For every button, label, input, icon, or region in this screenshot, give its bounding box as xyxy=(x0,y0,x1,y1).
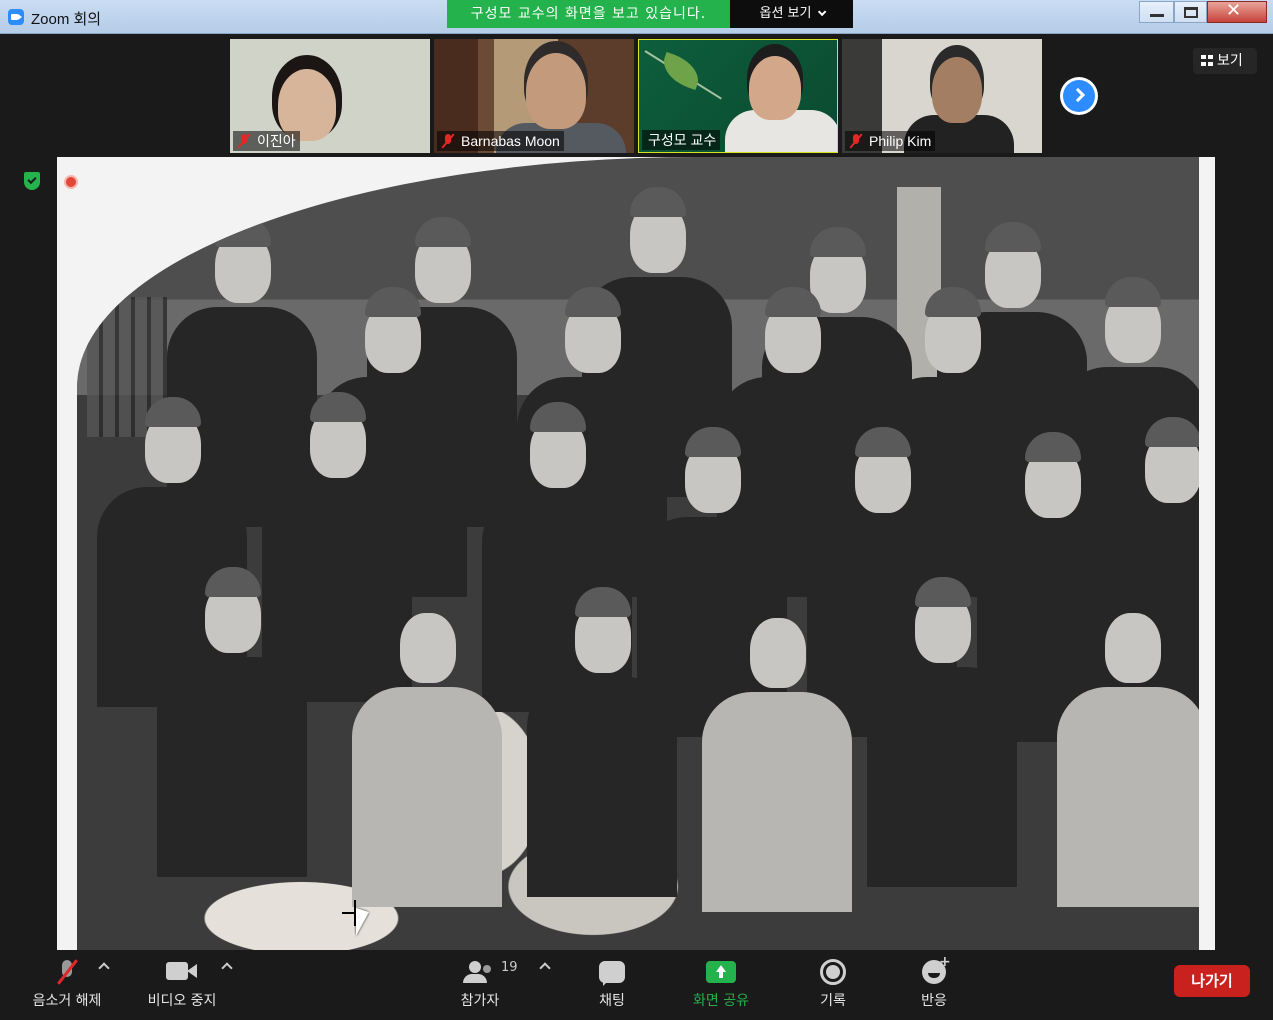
video-camera-icon xyxy=(166,962,198,982)
meeting-toolbar: 음소거 해제 비디오 중지 19 참가자 채팅 화면 공유 기록 + 반응 나가… xyxy=(7,950,1266,1016)
reactions-label: 반응 xyxy=(921,993,947,1009)
participants-button[interactable]: 19 참가자 xyxy=(447,958,518,1010)
window-title: Zoom 회의 xyxy=(31,11,102,28)
chat-bubble-icon xyxy=(599,961,625,986)
participant-tile-active-speaker[interactable]: 구성모 교수 xyxy=(638,39,838,153)
participant-tile[interactable]: Barnabas Moon xyxy=(434,39,634,153)
close-window-button[interactable]: ✕ xyxy=(1207,0,1267,23)
historical-group-photo xyxy=(77,157,1199,950)
participant-name: 구성모 교수 xyxy=(648,132,717,148)
minimize-button[interactable] xyxy=(1139,1,1174,23)
mouse-cursor xyxy=(342,900,376,946)
participants-icon xyxy=(461,961,495,983)
participant-name: Barnabas Moon xyxy=(461,133,560,149)
participant-name-tag: 이진아 xyxy=(233,131,300,151)
participant-count: 19 xyxy=(501,960,518,975)
recording-indicator-icon xyxy=(64,175,78,189)
participant-video xyxy=(749,56,801,120)
chevron-right-icon xyxy=(1070,87,1086,103)
share-screen-button[interactable]: 화면 공유 xyxy=(685,958,757,1010)
chat-button[interactable]: 채팅 xyxy=(587,958,637,1010)
share-screen-icon xyxy=(706,961,736,983)
record-label: 기록 xyxy=(820,993,846,1009)
chat-label: 채팅 xyxy=(599,993,625,1009)
mic-muted-icon xyxy=(441,134,455,148)
maximize-button[interactable] xyxy=(1174,1,1207,23)
shared-screen-content xyxy=(57,157,1215,950)
participant-name-tag: Philip Kim xyxy=(845,131,936,151)
mic-muted-icon xyxy=(237,134,251,148)
participant-tile[interactable]: 이진아 xyxy=(230,39,430,153)
view-toggle-button[interactable]: 보기 xyxy=(1193,48,1257,74)
minimize-icon xyxy=(1150,14,1164,17)
screen-share-banner: 구성모 교수의 화면을 보고 있습니다. xyxy=(447,0,730,28)
participant-name: 이진아 xyxy=(257,133,296,149)
reactions-button[interactable]: + 반응 xyxy=(909,954,959,1010)
participant-video xyxy=(526,53,586,129)
participant-tile[interactable]: Philip Kim xyxy=(842,39,1042,153)
view-options-button[interactable]: 옵션 보기 xyxy=(730,0,853,28)
participant-name-tag: 구성모 교수 xyxy=(642,130,721,150)
zoom-app-icon xyxy=(8,9,24,25)
view-toggle-label: 보기 xyxy=(1217,53,1243,69)
next-page-button[interactable] xyxy=(1060,77,1098,115)
add-reaction-icon: + xyxy=(939,954,951,970)
chevron-down-icon xyxy=(818,7,827,17)
leave-meeting-button[interactable]: 나가기 xyxy=(1174,965,1250,997)
participant-video xyxy=(932,57,982,123)
share-screen-label: 화면 공유 xyxy=(693,993,749,1009)
participant-name: Philip Kim xyxy=(869,133,932,149)
meeting-area: 이진아 Barnabas Moon 구성모 교수 Philip Kim 보기 xyxy=(7,34,1266,950)
participants-label: 참가자 xyxy=(460,993,500,1009)
encryption-shield-icon[interactable] xyxy=(24,172,40,190)
stop-video-button[interactable]: 비디오 중지 xyxy=(137,958,227,1010)
grid-view-icon xyxy=(1201,55,1213,66)
mic-muted-icon xyxy=(59,960,75,984)
stop-video-label: 비디오 중지 xyxy=(147,993,217,1009)
unmute-label: 음소거 해제 xyxy=(32,993,102,1009)
record-button[interactable]: 기록 xyxy=(807,958,859,1010)
participant-name-tag: Barnabas Moon xyxy=(437,131,564,151)
record-icon xyxy=(820,959,846,985)
maximize-icon xyxy=(1184,7,1198,18)
zoom-window: Zoom 회의 구성모 교수의 화면을 보고 있습니다. 옵션 보기 ✕ 이진아… xyxy=(0,0,1273,1020)
mic-muted-icon xyxy=(849,134,863,148)
leaf-icon xyxy=(657,51,705,91)
title-bar: Zoom 회의 구성모 교수의 화면을 보고 있습니다. 옵션 보기 ✕ xyxy=(0,0,1273,34)
view-options-label: 옵션 보기 xyxy=(759,6,812,21)
close-icon: ✕ xyxy=(1226,0,1242,21)
participants-options-caret-icon[interactable] xyxy=(539,962,551,974)
pointer-cursor-icon xyxy=(356,907,369,941)
